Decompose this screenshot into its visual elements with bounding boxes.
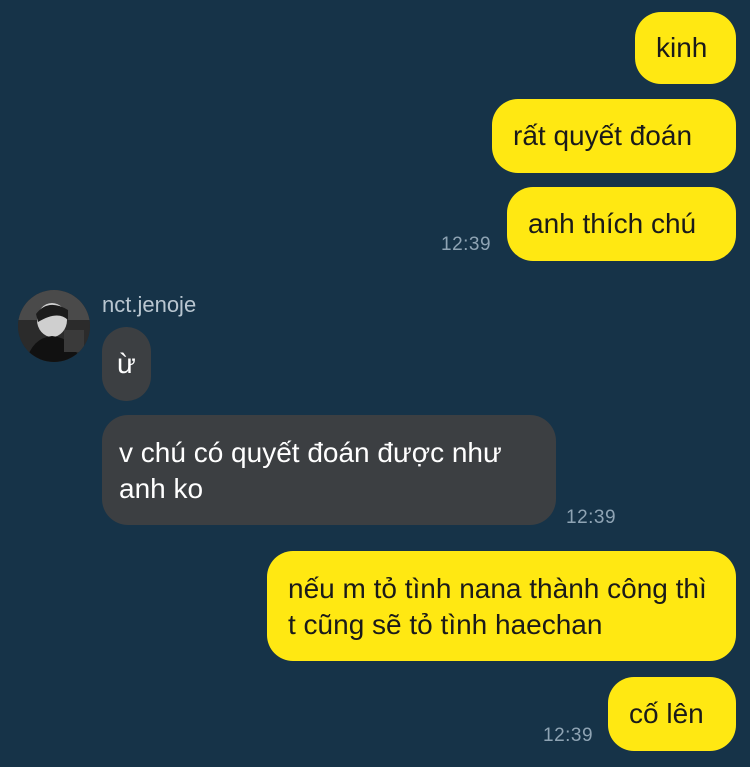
message-text: v chú có quyết đoán được như anh ko — [119, 437, 502, 504]
message-bubble-incoming[interactable]: ừ — [102, 327, 151, 401]
message-timestamp: 12:39 — [566, 507, 617, 528]
message-bubble-outgoing[interactable]: anh thích chú — [507, 187, 736, 261]
message-bubble-incoming[interactable]: v chú có quyết đoán được như anh ko — [102, 415, 556, 525]
sender-name[interactable]: nct.jenoje — [102, 292, 196, 318]
message-text: rất quyết đoán — [513, 120, 693, 151]
chat-window: kinh rất quyết đoán 12:39 anh thích chú … — [0, 0, 750, 767]
message-text: ừ — [117, 348, 136, 379]
message-text: nếu m tỏ tình nana thành công thì t cũng… — [288, 573, 707, 640]
message-bubble-outgoing[interactable]: kinh — [635, 12, 736, 84]
avatar-image — [18, 290, 90, 362]
message-bubble-outgoing[interactable]: nếu m tỏ tình nana thành công thì t cũng… — [267, 551, 736, 661]
sender-avatar[interactable] — [18, 290, 90, 362]
message-timestamp: 12:39 — [441, 234, 492, 255]
message-text: anh thích chú — [528, 208, 697, 239]
message-timestamp: 12:39 — [543, 725, 594, 746]
message-text: cố lên — [629, 698, 704, 729]
message-text: kinh — [656, 32, 708, 63]
message-bubble-outgoing[interactable]: rất quyết đoán — [492, 99, 736, 173]
message-bubble-outgoing[interactable]: cố lên — [608, 677, 736, 751]
